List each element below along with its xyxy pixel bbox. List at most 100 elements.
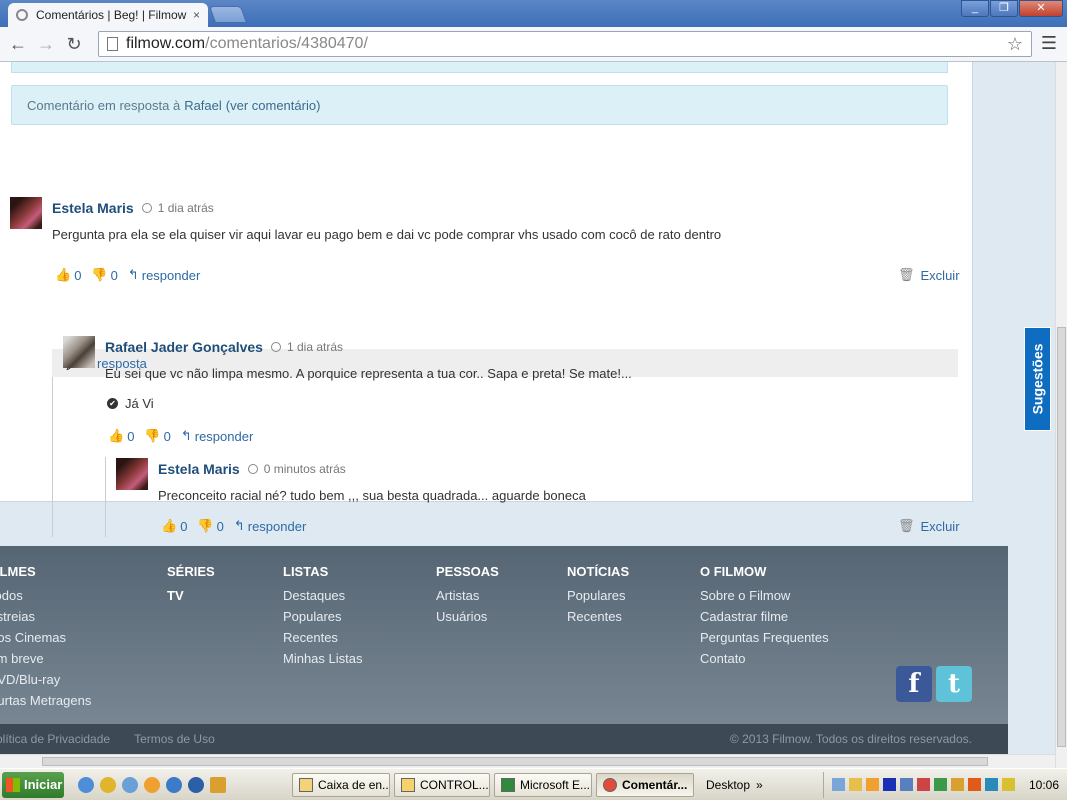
tray-icon[interactable] — [848, 778, 862, 791]
desktop-toolbar[interactable]: Desktop — [706, 778, 750, 792]
refresh-icon[interactable] — [122, 776, 138, 793]
footer-link[interactable]: DVD/Blu-ray — [0, 669, 91, 690]
tray-icon[interactable] — [831, 778, 845, 791]
footer-link[interactable]: Populares — [283, 606, 362, 627]
footer-link[interactable]: Cadastrar filme — [700, 606, 829, 627]
tab-close-icon[interactable]: × — [193, 8, 200, 22]
reply-button[interactable]: ↰ responder — [181, 428, 253, 444]
avatar[interactable] — [116, 458, 148, 490]
footer-heading[interactable]: SÉRIES — [167, 564, 215, 579]
ie-icon[interactable] — [78, 776, 94, 793]
footer-link[interactable]: Estreias — [0, 606, 91, 627]
horizontal-scrollbar[interactable] — [0, 754, 1055, 768]
delete-button[interactable]: 🗑 Excluir — [898, 267, 960, 283]
browser-menu-icon[interactable]: ☰ — [1041, 33, 1057, 54]
chrome-icon[interactable] — [100, 776, 116, 793]
dislike-button[interactable]: 👎 0 — [197, 518, 223, 534]
restore-button[interactable]: ❐ — [990, 0, 1018, 17]
avatar[interactable] — [10, 197, 42, 229]
footer-heading[interactable]: LISTAS — [283, 564, 362, 579]
browser-tab[interactable]: Comentários | Beg! | Filmow × — [8, 3, 208, 27]
tray-icon[interactable] — [916, 778, 930, 791]
chevron-icon[interactable]: » — [756, 778, 763, 792]
footer-link[interactable]: Em breve — [0, 648, 91, 669]
tray-icon[interactable] — [984, 778, 998, 791]
view-comment-link[interactable]: (ver comentário) — [226, 98, 321, 113]
footer-heading[interactable]: O FILMOW — [700, 564, 829, 579]
reply-arrow-icon: ↰ — [180, 428, 192, 443]
system-tray: 10:06 — [822, 771, 1067, 798]
footer-heading[interactable]: FILMES — [0, 564, 91, 579]
facebook-icon[interactable]: f — [896, 666, 932, 702]
taskbar-item-mail[interactable]: Caixa de en... — [292, 772, 390, 797]
start-button[interactable]: Iniciar — [2, 771, 64, 798]
scrollbar-thumb[interactable] — [42, 757, 988, 766]
footer-link[interactable]: Sobre o Filmow — [700, 585, 829, 606]
reply-button[interactable]: ↰ responder — [234, 518, 306, 534]
footer-link[interactable]: Usuários — [436, 606, 499, 627]
app-icon[interactable] — [166, 776, 182, 793]
twitter-icon[interactable]: t — [936, 666, 972, 702]
like-button[interactable]: 👍 0 — [161, 518, 187, 534]
like-button[interactable]: 👍 0 — [108, 428, 134, 444]
window-controls: _ ❐ ✕ — [960, 0, 1063, 17]
tray-icon[interactable] — [899, 778, 913, 791]
footer-link[interactable]: Populares — [567, 585, 629, 606]
comment-author[interactable]: Rafael Jader Gonçalves — [105, 339, 263, 355]
taskbar-item-folder[interactable]: CONTROL... — [394, 772, 490, 797]
suggestions-tab[interactable]: Sugestões — [1024, 327, 1051, 431]
like-button[interactable]: 👍 0 — [55, 267, 81, 283]
scrollbar-thumb[interactable] — [1057, 327, 1066, 747]
forward-arrow-icon[interactable]: → — [32, 34, 60, 55]
messenger-icon[interactable] — [144, 776, 160, 793]
back-arrow-icon[interactable]: ← — [4, 34, 32, 55]
comment-time: 1 dia atrás — [286, 340, 344, 354]
footer-link[interactable]: Destaques — [283, 585, 362, 606]
comment-author[interactable]: Estela Maris — [52, 200, 134, 216]
taskbar-item-chrome[interactable]: Comentár... — [596, 772, 694, 797]
tray-icon[interactable] — [1001, 778, 1015, 791]
system-clock[interactable]: 10:06 — [1029, 778, 1059, 792]
reply-button[interactable]: ↰ responder — [128, 267, 200, 283]
tray-icon[interactable] — [865, 778, 879, 791]
reload-icon[interactable]: ↻ — [60, 34, 88, 55]
footer-link[interactable]: Curtas Metragens — [0, 690, 91, 711]
suggestions-label: Sugestões — [1029, 343, 1046, 415]
address-bar[interactable]: filmow.com/comentarios/4380470/ ☆ — [98, 31, 1032, 57]
footer-link[interactable]: Perguntas Frequentes — [700, 627, 829, 648]
footer-link[interactable]: Recentes — [283, 627, 362, 648]
tray-icon[interactable] — [967, 778, 981, 791]
tray-icon[interactable] — [933, 778, 947, 791]
footer-heading[interactable]: NOTÍCIAS — [567, 564, 629, 579]
page-icon — [107, 37, 118, 51]
delete-button[interactable]: 🗑 Excluir — [898, 518, 960, 534]
media-player-icon[interactable] — [188, 776, 204, 793]
comment-time: 0 minutos atrás — [263, 462, 346, 476]
footer-link[interactable]: Contato — [700, 648, 829, 669]
dislike-button[interactable]: 👎 0 — [144, 428, 170, 444]
minimize-button[interactable]: _ — [961, 0, 989, 17]
footer-column-series: SÉRIES TV — [167, 564, 215, 606]
taskbar-item-excel[interactable]: Microsoft E... — [494, 772, 592, 797]
new-tab-button[interactable] — [208, 6, 248, 23]
footer-link[interactable]: Minhas Listas — [283, 648, 362, 669]
dislike-button[interactable]: 👎 0 — [91, 267, 117, 283]
comment-author[interactable]: Estela Maris — [158, 461, 240, 477]
tray-icon[interactable] — [882, 778, 896, 791]
close-window-button[interactable]: ✕ — [1019, 0, 1063, 17]
footer-heading[interactable]: PESSOAS — [436, 564, 499, 579]
reply-note-name[interactable]: Rafael — [184, 98, 222, 113]
vertical-scrollbar[interactable] — [1055, 62, 1067, 768]
tray-icon[interactable] — [950, 778, 964, 791]
footer-link[interactable]: Nos Cinemas — [0, 627, 91, 648]
footer-link[interactable]: Recentes — [567, 606, 629, 627]
privacy-link[interactable]: Política de Privacidade — [0, 732, 110, 746]
footer-link[interactable]: Todos — [0, 585, 91, 606]
footer-link[interactable]: TV — [167, 585, 215, 606]
terms-link[interactable]: Termos de Uso — [134, 732, 215, 746]
footer-link[interactable]: Artistas — [436, 585, 499, 606]
tools-icon[interactable] — [210, 776, 226, 793]
avatar[interactable] — [63, 336, 95, 368]
folder-icon — [401, 777, 415, 792]
bookmark-star-icon[interactable]: ☆ — [1007, 34, 1023, 55]
